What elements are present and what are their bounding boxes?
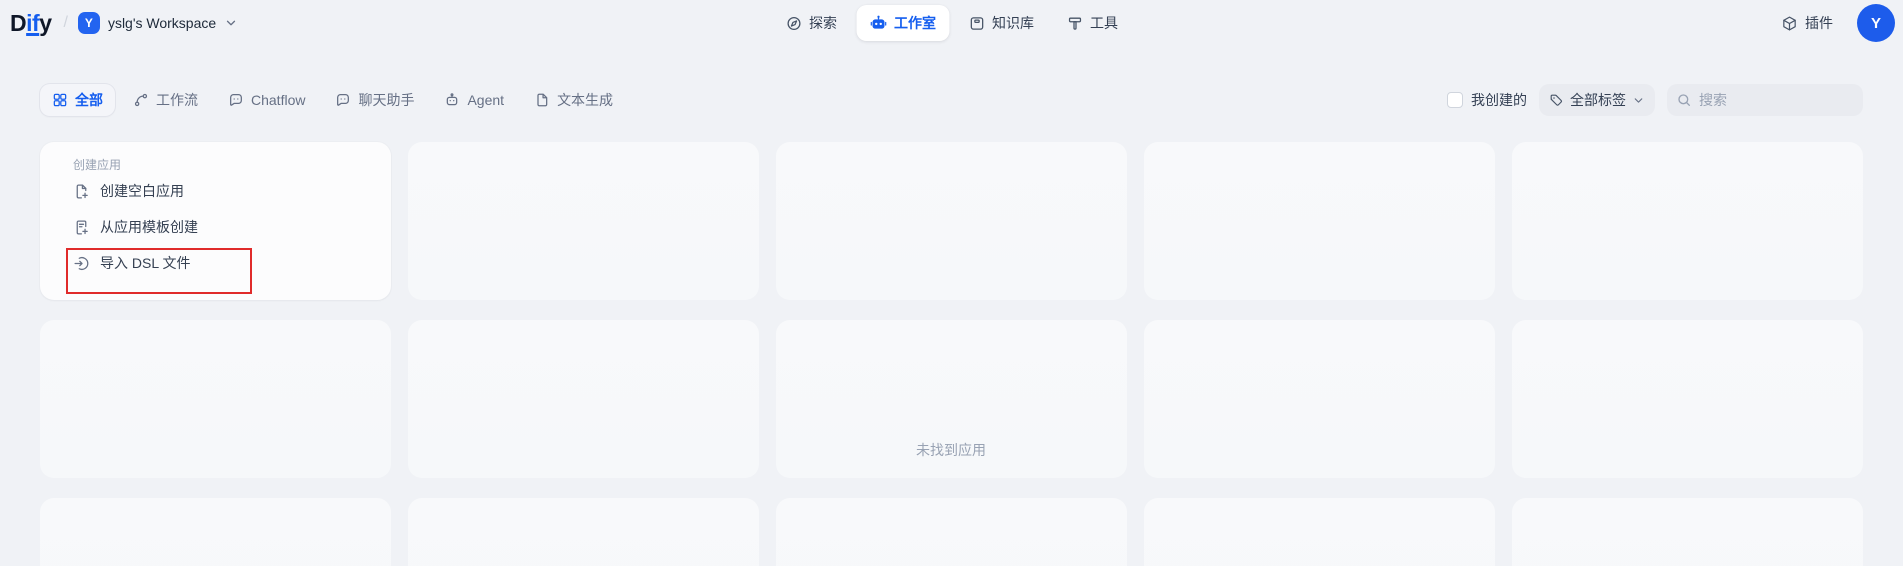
tab-text-generation[interactable]: 文本生成 — [522, 84, 625, 116]
create-app-card: 创建应用 创建空白应用 从应用模板创建 导入 DSL 文件 — [40, 142, 391, 300]
tag-icon — [1549, 93, 1564, 108]
chat-bubble-icon — [335, 92, 351, 108]
tag-filter-label: 全部标签 — [1570, 90, 1626, 110]
app-card-placeholder — [408, 142, 759, 300]
agent-robot-icon — [444, 92, 460, 108]
workspace-selector[interactable]: Y yslg's Workspace — [78, 12, 238, 34]
created-by-me-label: 我创建的 — [1471, 90, 1527, 110]
app-card-placeholder — [1144, 142, 1495, 300]
nav-item-knowledge[interactable]: 知识库 — [955, 5, 1047, 41]
filter-right: 我创建的 全部标签 — [1447, 84, 1863, 116]
document-icon — [534, 92, 550, 108]
tab-label: 文本生成 — [557, 90, 613, 110]
create-from-template-button[interactable]: 从应用模板创建 — [73, 209, 371, 245]
logo-letter: D — [10, 10, 26, 37]
nav-item-label: 工具 — [1090, 13, 1118, 33]
create-row-label: 创建空白应用 — [100, 181, 184, 201]
app-card-placeholder — [1512, 320, 1863, 478]
header-right: 插件 Y — [1773, 4, 1895, 42]
dify-logo[interactable]: Dify — [10, 10, 51, 37]
tag-filter-dropdown[interactable]: 全部标签 — [1539, 84, 1655, 116]
file-plus-icon — [73, 183, 90, 200]
nav-item-label: 探索 — [809, 13, 837, 33]
logo-letters: if — [26, 10, 39, 37]
knowledge-icon — [968, 15, 985, 32]
create-blank-app-button[interactable]: 创建空白应用 — [73, 173, 371, 209]
app-card-placeholder — [776, 142, 1127, 300]
tab-label: 聊天助手 — [358, 90, 414, 110]
logo-letter: y — [39, 10, 51, 37]
app-grid: 创建应用 创建空白应用 从应用模板创建 导入 DSL 文件 — [40, 142, 1863, 566]
app-card-placeholder — [1144, 320, 1495, 478]
created-by-me-toggle[interactable]: 我创建的 — [1447, 90, 1527, 110]
main-nav: 探索 工作室 知识库 工具 — [772, 0, 1131, 46]
tab-all[interactable]: 全部 — [40, 84, 115, 116]
filter-bar: 全部 工作流 Chatflow 聊天助手 Agent 文本生成 我创建的 — [0, 84, 1903, 116]
create-row-label: 导入 DSL 文件 — [100, 253, 191, 273]
app-type-tabs: 全部 工作流 Chatflow 聊天助手 Agent 文本生成 — [40, 84, 625, 116]
app-card-placeholder — [40, 498, 391, 566]
tab-chatflow[interactable]: Chatflow — [216, 86, 317, 114]
tab-label: Agent — [467, 92, 504, 108]
import-dsl-file-button[interactable]: 导入 DSL 文件 — [73, 245, 371, 281]
created-by-me-checkbox[interactable] — [1447, 92, 1463, 108]
tab-label: 工作流 — [156, 90, 198, 110]
app-card-placeholder — [1512, 498, 1863, 566]
nav-item-label: 知识库 — [992, 13, 1034, 33]
nav-item-studio[interactable]: 工作室 — [856, 5, 949, 41]
tab-label: 全部 — [75, 90, 103, 110]
file-template-icon — [73, 219, 90, 236]
workspace-name: yslg's Workspace — [108, 15, 216, 31]
workflow-icon — [133, 92, 149, 108]
breadcrumb-separator: / — [63, 14, 67, 32]
nav-item-explore[interactable]: 探索 — [772, 5, 850, 41]
plugins-button[interactable]: 插件 — [1773, 7, 1841, 39]
search-input[interactable] — [1667, 84, 1863, 116]
create-app-title: 创建应用 — [73, 156, 371, 173]
app-header: Dify / Y yslg's Workspace 探索 工作室 知识库 工具 … — [0, 0, 1903, 46]
app-card-placeholder — [1512, 142, 1863, 300]
app-card-placeholder — [40, 320, 391, 478]
chevron-down-icon — [1632, 94, 1645, 107]
plugins-label: 插件 — [1805, 13, 1833, 33]
tab-workflow[interactable]: 工作流 — [121, 84, 210, 116]
empty-state-message: 未找到应用 — [916, 440, 986, 460]
studio-robot-icon — [869, 14, 887, 32]
chat-bubble-icon — [228, 92, 244, 108]
tools-hammer-icon — [1066, 15, 1083, 32]
explore-icon — [785, 15, 802, 32]
grid-icon — [52, 92, 68, 108]
user-avatar[interactable]: Y — [1857, 4, 1895, 42]
chevron-down-icon — [224, 16, 238, 30]
search-icon — [1676, 92, 1692, 108]
workspace-avatar: Y — [78, 12, 100, 34]
app-card-placeholder — [408, 320, 759, 478]
tab-chat-assistant[interactable]: 聊天助手 — [323, 84, 426, 116]
plugins-cube-icon — [1781, 15, 1798, 32]
app-card-placeholder — [1144, 498, 1495, 566]
create-row-label: 从应用模板创建 — [100, 217, 198, 237]
import-icon — [73, 255, 90, 272]
nav-item-label: 工作室 — [894, 13, 936, 33]
nav-item-tools[interactable]: 工具 — [1053, 5, 1131, 41]
tab-label: Chatflow — [251, 92, 305, 108]
app-card-placeholder — [408, 498, 759, 566]
app-card-placeholder — [776, 498, 1127, 566]
search-box — [1667, 84, 1863, 116]
tab-agent[interactable]: Agent — [432, 86, 516, 114]
